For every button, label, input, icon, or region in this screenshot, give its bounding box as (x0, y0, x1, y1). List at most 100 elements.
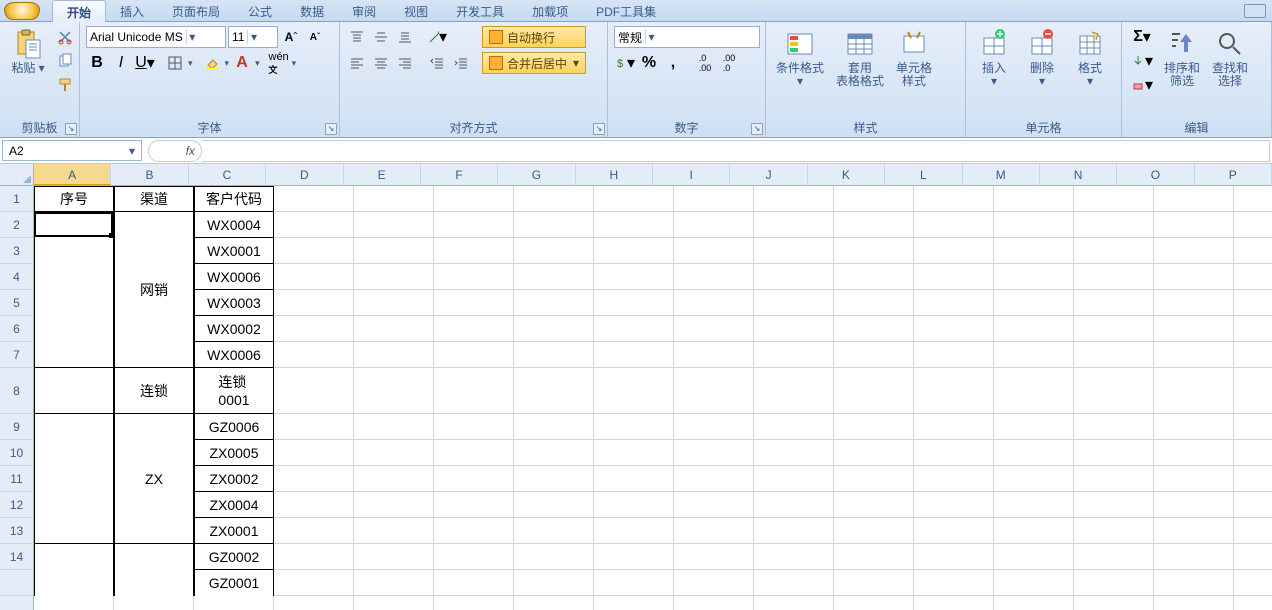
border-button[interactable] (164, 52, 186, 74)
number-format-combo[interactable]: 常规▾ (614, 26, 760, 48)
bold-button[interactable]: B (86, 52, 108, 74)
wrap-text-button[interactable]: 自动换行 (482, 26, 586, 48)
name-box[interactable]: A2▾ (2, 140, 142, 161)
merge-center-button[interactable]: 合并后居中▾ (482, 52, 586, 74)
increase-indent-button[interactable] (450, 52, 472, 74)
clipboard-dialog-launcher[interactable]: ↘ (65, 123, 77, 135)
insert-cells-button[interactable]: 插入▾ (972, 26, 1016, 90)
cell-C5[interactable]: WX0003 (194, 290, 274, 316)
cell-C7[interactable]: WX0006 (194, 342, 274, 368)
rowhdr-9[interactable]: 9 (0, 414, 33, 440)
align-left-button[interactable] (346, 52, 368, 74)
currency-button[interactable]: $▾ (614, 52, 636, 74)
colhdr-I[interactable]: I (653, 164, 730, 185)
rowhdr-7[interactable]: 7 (0, 342, 33, 368)
rowhdr-14[interactable]: 14 (0, 544, 33, 570)
cell-styles-button[interactable]: 单元格 样式 (892, 26, 936, 90)
underline-button[interactable]: U ▾ (134, 52, 156, 74)
align-top-button[interactable] (346, 26, 368, 48)
colhdr-G[interactable]: G (498, 164, 575, 185)
tab-2[interactable]: 页面布局 (158, 0, 234, 22)
clear-button[interactable]: ▾ (1128, 74, 1156, 96)
colhdr-H[interactable]: H (576, 164, 653, 185)
font-dialog-launcher[interactable]: ↘ (325, 123, 337, 135)
rowhdr-15[interactable] (0, 570, 33, 596)
percent-button[interactable]: % (638, 52, 660, 74)
copy-button[interactable] (54, 50, 76, 72)
font-name-combo[interactable]: Arial Unicode MS▾ (86, 26, 226, 48)
conditional-format-button[interactable]: 条件格式▾ (772, 26, 828, 90)
colhdr-A[interactable]: A (34, 164, 111, 185)
cell-A9[interactable] (34, 414, 114, 544)
fx-button[interactable]: fx (148, 140, 202, 162)
tab-5[interactable]: 审阅 (338, 0, 390, 22)
format-painter-button[interactable] (54, 74, 76, 96)
orientation-button[interactable]: ▾ (426, 26, 448, 48)
italic-button[interactable]: I (110, 52, 132, 74)
cell-A1[interactable]: 序号 (34, 186, 114, 212)
rowhdr-8[interactable]: 8 (0, 368, 33, 414)
delete-cells-button[interactable]: 删除▾ (1020, 26, 1064, 90)
cells-area[interactable]: 序号渠道客户代码网销连锁ZXWX0004WX0001WX0006WX0003WX… (34, 186, 1272, 610)
colhdr-N[interactable]: N (1040, 164, 1117, 185)
phonetic-button[interactable]: wén文 (268, 52, 290, 74)
decrease-indent-button[interactable] (426, 52, 448, 74)
colhdr-K[interactable]: K (808, 164, 885, 185)
align-middle-button[interactable] (370, 26, 392, 48)
cell-C6[interactable]: WX0002 (194, 316, 274, 342)
colhdr-F[interactable]: F (421, 164, 498, 185)
cell-B1[interactable]: 渠道 (114, 186, 194, 212)
cell-C12[interactable]: ZX0004 (194, 492, 274, 518)
shrink-font-button[interactable]: Aˇ (304, 26, 326, 48)
rowhdr-4[interactable]: 4 (0, 264, 33, 290)
cell-C11[interactable]: ZX0002 (194, 466, 274, 492)
paste-button[interactable]: 粘贴 ▾ (6, 26, 50, 77)
rowhdr-5[interactable]: 5 (0, 290, 33, 316)
tab-7[interactable]: 开发工具 (442, 0, 518, 22)
colhdr-O[interactable]: O (1117, 164, 1194, 185)
cell-C14[interactable]: GZ0002 (194, 544, 274, 570)
format-cells-button[interactable]: 格式▾ (1068, 26, 1112, 90)
font-color-button[interactable]: A (231, 52, 253, 74)
tab-1[interactable]: 插入 (106, 0, 158, 22)
cell-C13[interactable]: ZX0001 (194, 518, 274, 544)
tab-8[interactable]: 加载项 (518, 0, 582, 22)
cell-A14[interactable] (34, 544, 114, 596)
cell-C15[interactable]: GZ0001 (194, 570, 274, 596)
colhdr-D[interactable]: D (266, 164, 343, 185)
cell-C4[interactable]: WX0006 (194, 264, 274, 290)
fill-color-button[interactable] (201, 52, 223, 74)
rowhdr-11[interactable]: 11 (0, 466, 33, 492)
font-size-combo[interactable]: 11▾ (228, 26, 278, 48)
cell-B2[interactable]: 网销 (114, 212, 194, 368)
cell-B14[interactable] (114, 544, 194, 596)
cell-C3[interactable]: WX0001 (194, 238, 274, 264)
cell-C1[interactable]: 客户代码 (194, 186, 274, 212)
cell-A8[interactable] (34, 368, 114, 414)
rowhdr-6[interactable]: 6 (0, 316, 33, 342)
sort-filter-button[interactable]: 排序和 筛选 (1160, 26, 1204, 90)
select-all-corner[interactable] (0, 164, 33, 186)
colhdr-M[interactable]: M (963, 164, 1040, 185)
align-center-button[interactable] (370, 52, 392, 74)
align-bottom-button[interactable] (394, 26, 416, 48)
increase-decimal-button[interactable]: .0.00 (694, 52, 716, 74)
tab-4[interactable]: 数据 (286, 0, 338, 22)
cell-B9[interactable]: ZX (114, 414, 194, 544)
find-select-button[interactable]: 查找和 选择 (1208, 26, 1252, 90)
table-format-button[interactable]: 套用 表格格式 (832, 26, 888, 90)
cut-button[interactable] (54, 26, 76, 48)
align-right-button[interactable] (394, 52, 416, 74)
rowhdr-2[interactable]: 2 (0, 212, 33, 238)
cell-C8[interactable]: 连锁0001 (194, 368, 274, 414)
office-button[interactable] (4, 2, 40, 20)
tab-9[interactable]: PDF工具集 (582, 0, 670, 22)
fill-button[interactable]: ▾ (1128, 50, 1156, 72)
help-icon[interactable] (1244, 4, 1266, 18)
cell-C9[interactable]: GZ0006 (194, 414, 274, 440)
formula-input[interactable] (202, 140, 1270, 162)
cell-B8[interactable]: 连锁 (114, 368, 194, 414)
rowhdr-3[interactable]: 3 (0, 238, 33, 264)
cell-C2[interactable]: WX0004 (194, 212, 274, 238)
rowhdr-1[interactable]: 1 (0, 186, 33, 212)
